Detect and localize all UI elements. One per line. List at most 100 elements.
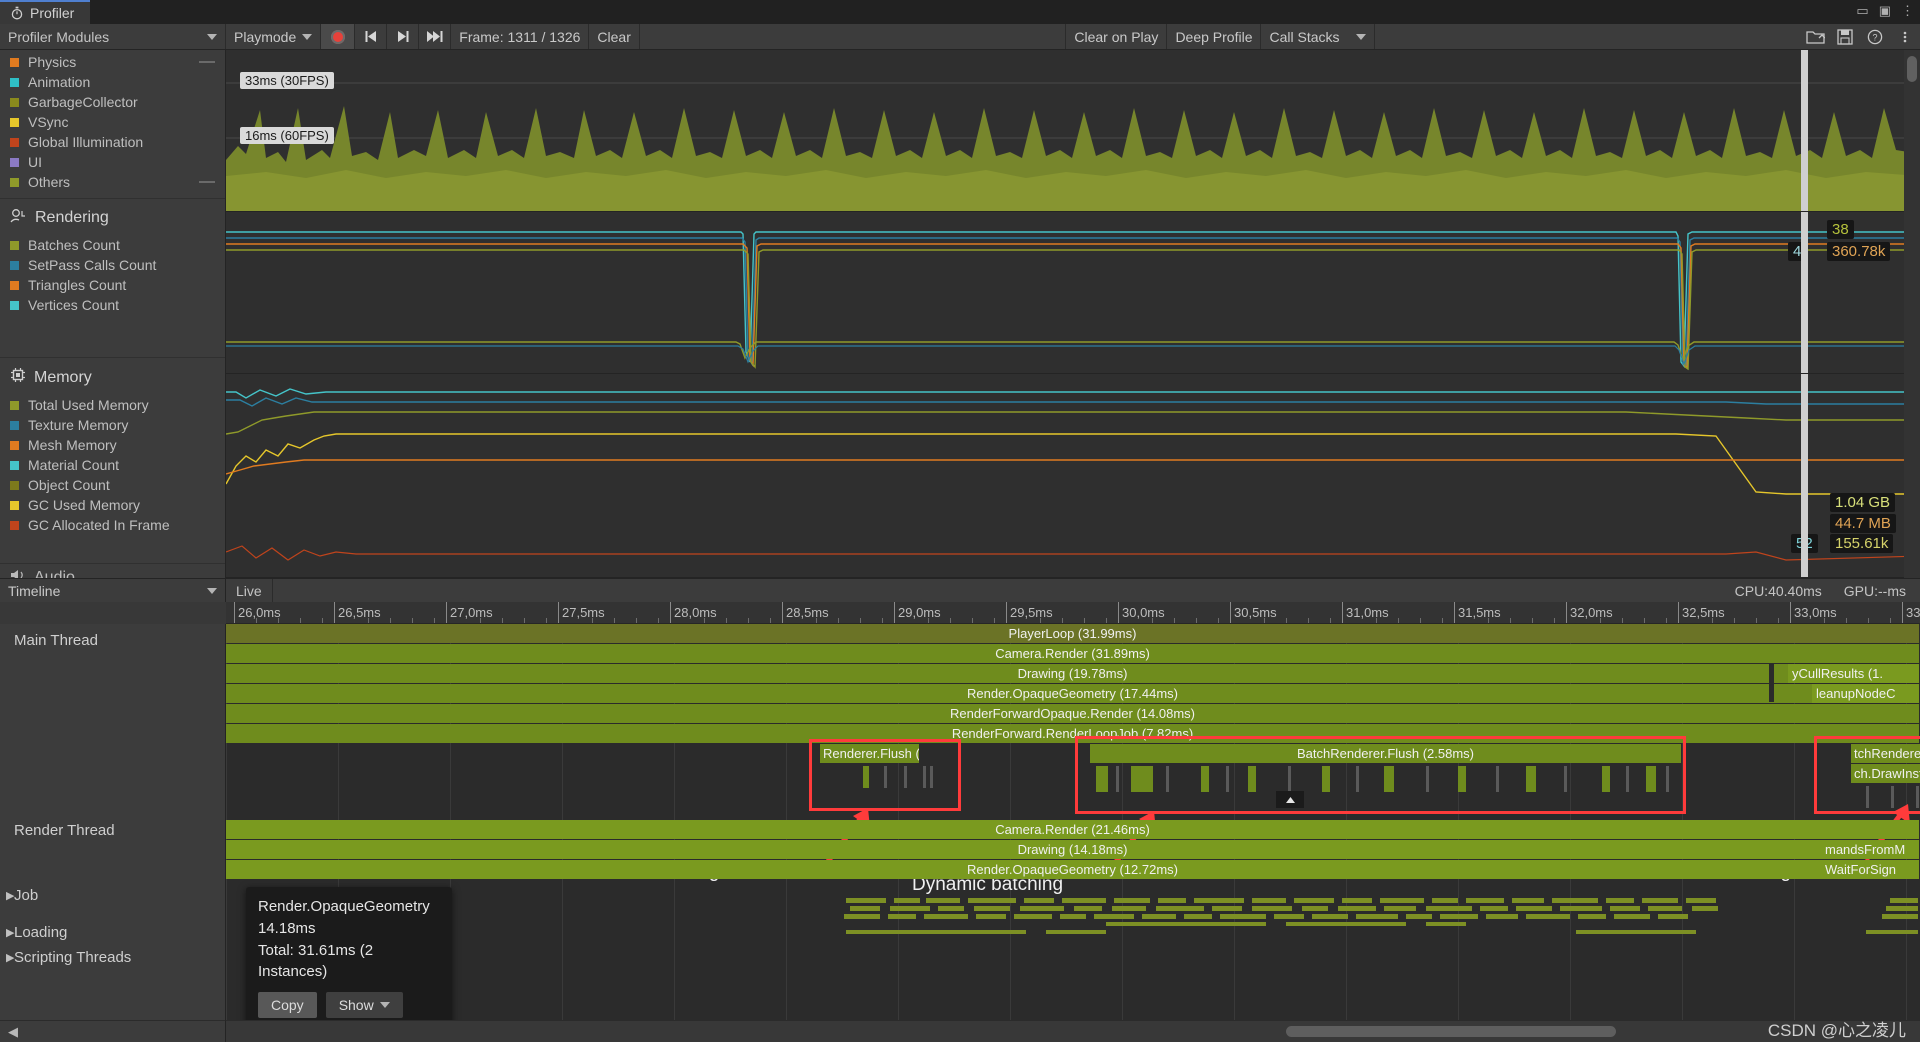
load-icon[interactable]	[1800, 24, 1830, 49]
module-item-triangles-count[interactable]: Triangles Count	[0, 275, 225, 295]
timeline-bar-cleanupnode[interactable]: leanupNodeC	[1812, 684, 1920, 703]
timeline-ruler[interactable]: 26,0ms 26,5ms 27,0ms 27,5ms 28,0ms 28,5m…	[226, 602, 1920, 624]
module-item-texture-memory[interactable]: Texture Memory	[0, 415, 225, 435]
playmode-label: Playmode	[234, 28, 297, 45]
timeline-bar-renderer-flush[interactable]: Renderer.Flush (0.	[820, 744, 920, 763]
charts-vertical-scrollbar[interactable]	[1904, 50, 1920, 578]
profiler-modules-sidebar[interactable]: Physics Animation GarbageCollector VSync…	[0, 50, 226, 578]
frame-cursor[interactable]	[1801, 212, 1808, 373]
module-group-header-memory[interactable]: Memory	[0, 358, 225, 395]
timeline-mode-dropdown[interactable]: Timeline	[0, 578, 226, 602]
module-item-gc-used-memory[interactable]: GC Used Memory	[0, 495, 225, 515]
timeline-bar-cullresults[interactable]: yCullResults (1.	[1788, 664, 1920, 683]
drag-handle[interactable]	[199, 181, 215, 183]
tab-profiler[interactable]: Profiler	[0, 0, 91, 24]
module-item-ui[interactable]: UI	[0, 152, 225, 172]
clear-button[interactable]: Clear	[589, 24, 640, 49]
module-item-garbagecollector[interactable]: GarbageCollector	[0, 92, 225, 112]
module-group-header-audio[interactable]: Audio	[0, 564, 225, 578]
scrollbar-thumb[interactable]	[1907, 56, 1917, 82]
first-frame-button[interactable]	[355, 24, 388, 49]
chevron-down-icon	[207, 587, 217, 594]
timeline-bar-renderforward-renderloopjob[interactable]: RenderForward.RenderLoopJob (7.82ms)	[226, 724, 1920, 743]
color-swatch	[10, 260, 19, 270]
timeline-bar-camera-render[interactable]: Camera.Render (31.89ms)	[226, 644, 1920, 663]
ruler-tick: 31,0ms	[1342, 602, 1389, 623]
timeline-canvas[interactable]: PlayerLoop (31.99ms) Camera.Render (31.8…	[226, 624, 1920, 1020]
memory-value-total-used: 1.04 GB	[1830, 493, 1896, 512]
call-stacks-dropdown[interactable]	[1348, 24, 1375, 49]
render-thread-bar-commandsfrom[interactable]: mandsFromM	[1822, 840, 1920, 859]
window-menu-icon[interactable]: ⋮	[1901, 3, 1914, 19]
module-item-object-count[interactable]: Object Count	[0, 475, 225, 495]
show-dropdown[interactable]: Show	[325, 992, 403, 1019]
last-frame-button[interactable]	[419, 24, 452, 49]
module-item-vertices-count[interactable]: Vertices Count	[0, 295, 225, 315]
frame-cursor[interactable]	[1801, 374, 1808, 577]
sample-tooltip[interactable]: Render.OpaqueGeometry 14.18ms Total: 31.…	[246, 887, 452, 1029]
window-buttons: ▭ ▣ ⋮	[1856, 3, 1914, 19]
module-group-title: Audio	[34, 568, 75, 579]
cpu-usage-chart[interactable]: 33ms (30FPS) 16ms (60FPS)	[226, 50, 1920, 212]
module-item-material-count[interactable]: Material Count	[0, 455, 225, 475]
module-item-global-illumination[interactable]: Global Illumination	[0, 132, 225, 152]
frame-cursor[interactable]	[1801, 50, 1808, 211]
copy-button[interactable]: Copy	[258, 992, 317, 1019]
live-indicator[interactable]: Live	[226, 579, 273, 602]
module-item-mesh-memory[interactable]: Mesh Memory	[0, 435, 225, 455]
next-frame-button[interactable]	[387, 24, 420, 49]
timeline-bar-gpu-batchrenderer-flush[interactable]: tchRenderer.Flush (0.71m	[1851, 744, 1920, 763]
module-item-total-used-memory[interactable]: Total Used Memory	[0, 395, 225, 415]
module-item-vsync[interactable]: VSync	[0, 112, 225, 132]
expand-samples-button[interactable]	[1276, 791, 1304, 808]
render-thread-bar-render-opaquegeometry[interactable]: Render.OpaqueGeometry (12.72ms)	[226, 860, 1920, 879]
maximize-icon[interactable]: ▣	[1879, 3, 1891, 19]
deep-profile-toggle[interactable]: Deep Profile	[1167, 24, 1262, 49]
timeline-bar-drawing[interactable]: Drawing (19.78ms)	[226, 664, 1920, 683]
scrollbar-thumb[interactable]	[1286, 1026, 1616, 1037]
module-item-physics[interactable]: Physics	[0, 52, 225, 72]
render-thread-bar-camera-render[interactable]: Camera.Render (21.46ms)	[226, 820, 1920, 839]
options-icon[interactable]	[1890, 24, 1920, 49]
module-item-batches-count[interactable]: Batches Count	[0, 235, 225, 255]
module-group-header-rendering[interactable]: Rendering	[0, 199, 225, 235]
clear-on-play-toggle[interactable]: Clear on Play	[1066, 24, 1168, 49]
render-thread-bar-waitforsignal[interactable]: WaitForSign	[1822, 860, 1920, 879]
thread-label-scripting[interactable]: Scripting Threads	[0, 949, 131, 966]
timeline-bar-playerloop[interactable]: PlayerLoop (31.99ms)	[226, 624, 1920, 643]
timeline-horizontal-scrollbar[interactable]	[226, 1020, 1920, 1042]
module-item-animation[interactable]: Animation	[0, 72, 225, 92]
module-label: SetPass Calls Count	[28, 257, 157, 273]
timeline-bar-gpu-drawinstanced[interactable]: ch.DrawInstanced (0.71m	[1851, 764, 1920, 783]
playmode-dropdown[interactable]: Playmode	[226, 24, 322, 49]
thread-label-main[interactable]: Main Thread	[0, 632, 98, 649]
render-thread-bar-drawing[interactable]: Drawing (14.18ms)	[226, 840, 1920, 859]
toolbar-spacer	[640, 24, 1067, 49]
rendering-icon	[10, 208, 27, 228]
timeline-bar-renderforwardopaque[interactable]: RenderForwardOpaque.Render (14.08ms)	[226, 704, 1920, 723]
call-stacks-toggle[interactable]: Call Stacks	[1261, 24, 1347, 49]
timeline-bar-batchrenderer-flush[interactable]: BatchRenderer.Flush (2.58ms)	[1090, 744, 1682, 763]
thread-label-render[interactable]: Render Thread	[0, 822, 115, 839]
thread-label-loading[interactable]: Loading	[0, 924, 67, 941]
help-icon[interactable]: ?	[1860, 24, 1890, 49]
rendering-chart[interactable]: 38 4 360.78k 720.54k	[226, 212, 1920, 374]
thread-label-job[interactable]: Job	[0, 887, 38, 904]
module-item-gc-allocated-in-frame[interactable]: GC Allocated In Frame	[0, 515, 225, 535]
svg-text:?: ?	[1873, 32, 1878, 42]
color-swatch	[10, 57, 19, 67]
ruler-tick: 29,5ms	[1006, 602, 1053, 623]
job-thread-samples[interactable]	[226, 896, 1920, 938]
save-icon[interactable]	[1830, 24, 1860, 49]
timeline-bar-render-opaquegeometry[interactable]: Render.OpaqueGeometry (17.44ms)	[226, 684, 1920, 703]
profiler-modules-dropdown[interactable]: Profiler Modules	[0, 24, 226, 49]
scroll-left-icon[interactable]: ◀	[8, 1024, 18, 1040]
memory-chart[interactable]: 79.7 MB 1.04 GB 44.7 MB 52 155.61k 64.7 …	[226, 374, 1920, 578]
module-item-setpass-calls-count[interactable]: SetPass Calls Count	[0, 255, 225, 275]
record-button[interactable]	[321, 24, 356, 49]
minimize-icon[interactable]: ▭	[1856, 3, 1868, 19]
module-label: Batches Count	[28, 237, 120, 253]
module-item-others[interactable]: Others	[0, 172, 225, 192]
profiler-toolbar: Profiler Modules Playmode Frame: 1311 / …	[0, 24, 1920, 50]
drag-handle[interactable]	[199, 61, 215, 63]
